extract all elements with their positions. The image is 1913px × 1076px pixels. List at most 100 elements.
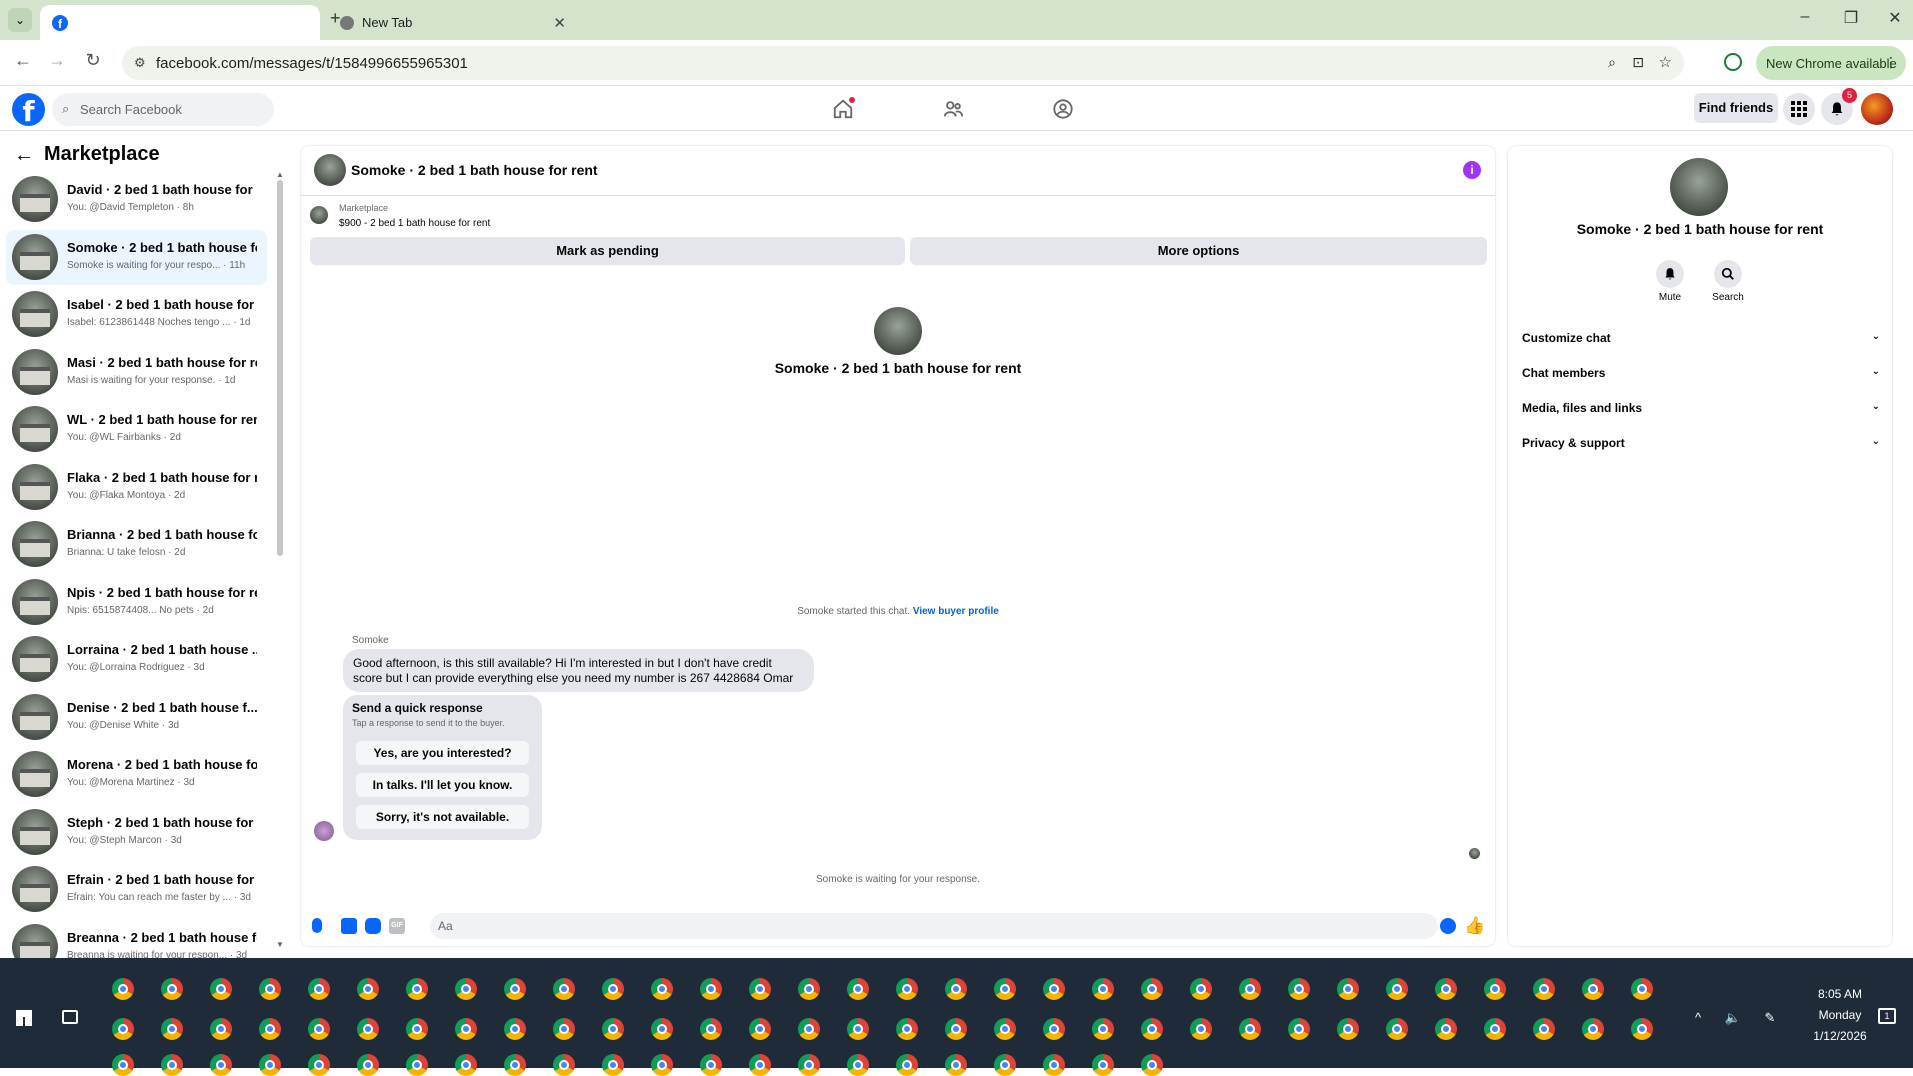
- chrome-taskbar-icon[interactable]: [1043, 1054, 1065, 1076]
- chrome-taskbar-icon[interactable]: [651, 1054, 673, 1076]
- chrome-taskbar-icon[interactable]: [602, 1054, 624, 1076]
- scroll-up-icon[interactable]: ▲: [276, 170, 284, 179]
- mute-bell-icon[interactable]: [1656, 260, 1684, 288]
- chrome-taskbar-icon[interactable]: [1435, 978, 1457, 1000]
- chrome-taskbar-icon[interactable]: [112, 1054, 134, 1076]
- conversation-item[interactable]: Flaka · 2 bed 1 bath house for re... You:…: [6, 460, 267, 515]
- install-icon[interactable]: ⊡: [1632, 54, 1644, 71]
- chrome-taskbar-icon[interactable]: [504, 1018, 526, 1040]
- chrome-taskbar-icon[interactable]: [406, 978, 428, 1000]
- sticker-icon[interactable]: [365, 918, 381, 934]
- chrome-taskbar-icon[interactable]: [1239, 978, 1261, 1000]
- customize-chat-section[interactable]: Customize chat ⌄: [1522, 331, 1880, 351]
- chrome-taskbar-icon[interactable]: [112, 978, 134, 1000]
- chrome-taskbar-icon[interactable]: [994, 1018, 1016, 1040]
- scroll-down-icon[interactable]: ▼: [276, 940, 284, 949]
- conversation-item[interactable]: Lorraina · 2 bed 1 bath house ... You: @L…: [6, 632, 267, 687]
- chat-members-section[interactable]: Chat members ⌄: [1522, 366, 1880, 386]
- tab-facebook[interactable]: f: [40, 5, 320, 40]
- chrome-taskbar-icon[interactable]: [357, 978, 379, 1000]
- chrome-taskbar-icon[interactable]: [308, 978, 330, 1000]
- tab-search-chevron-icon[interactable]: ⌄: [8, 8, 32, 32]
- mark-as-pending-button[interactable]: Mark as pending: [310, 237, 905, 265]
- chrome-taskbar-icon[interactable]: [210, 1054, 232, 1076]
- chrome-taskbar-icon[interactable]: [259, 1054, 281, 1076]
- conversation-item[interactable]: Denise · 2 bed 1 bath house f... You: @De…: [6, 690, 267, 745]
- profile-icon[interactable]: [1724, 53, 1742, 71]
- chrome-taskbar-icon[interactable]: [1533, 978, 1555, 1000]
- chrome-taskbar-icon[interactable]: [455, 978, 477, 1000]
- chrome-taskbar-icon[interactable]: [1092, 978, 1114, 1000]
- chat-title[interactable]: Somoke · 2 bed 1 bath house for rent: [351, 162, 598, 178]
- chat-avatar[interactable]: [314, 154, 346, 186]
- forward-icon[interactable]: →: [44, 50, 70, 71]
- chrome-taskbar-icon[interactable]: [700, 978, 722, 1000]
- chrome-taskbar-icon[interactable]: [700, 1054, 722, 1076]
- menu-grid-icon[interactable]: [1783, 93, 1815, 125]
- microphone-icon[interactable]: [312, 918, 322, 933]
- chrome-taskbar-icon[interactable]: [1582, 978, 1604, 1000]
- back-icon[interactable]: ←: [10, 50, 36, 71]
- chrome-taskbar-icon[interactable]: [1631, 1018, 1653, 1040]
- chrome-taskbar-icon[interactable]: [945, 978, 967, 1000]
- minimize-icon[interactable]: –: [1790, 8, 1820, 26]
- chrome-taskbar-icon[interactable]: [161, 1054, 183, 1076]
- chrome-taskbar-icon[interactable]: [896, 1054, 918, 1076]
- chrome-taskbar-icon[interactable]: [210, 978, 232, 1000]
- chrome-taskbar-icon[interactable]: [553, 1018, 575, 1040]
- restore-icon[interactable]: ❐: [1836, 8, 1866, 28]
- message-bubble[interactable]: Good afternoon, is this still available?…: [343, 649, 814, 692]
- system-clock[interactable]: 8:05 AM Monday 1/12/2026: [1795, 984, 1885, 1047]
- close-window-icon[interactable]: ✕: [1880, 8, 1910, 28]
- chrome-taskbar-icon[interactable]: [651, 1018, 673, 1040]
- more-options-button[interactable]: More options: [910, 237, 1487, 265]
- conversation-item[interactable]: Npis · 2 bed 1 bath house for rent Npis: …: [6, 575, 267, 630]
- conversation-list-scrollbar[interactable]: [277, 180, 283, 556]
- chrome-taskbar-icon[interactable]: [847, 1018, 869, 1040]
- notifications-bell-icon[interactable]: 5: [1821, 88, 1857, 125]
- chrome-taskbar-icon[interactable]: [945, 1018, 967, 1040]
- chrome-taskbar-icon[interactable]: [1141, 1018, 1163, 1040]
- find-friends-button[interactable]: Find friends: [1694, 93, 1778, 123]
- chrome-taskbar-icon[interactable]: [1092, 1018, 1114, 1040]
- chrome-taskbar-icon[interactable]: [455, 1054, 477, 1076]
- groups-icon[interactable]: [1049, 95, 1077, 123]
- listing-info[interactable]: Marketplace $900 - 2 bed 1 bath house fo…: [339, 203, 490, 229]
- chrome-taskbar-icon[interactable]: [308, 1054, 330, 1076]
- tab-new-tab[interactable]: New Tab ✕: [328, 5, 578, 40]
- chrome-taskbar-icon[interactable]: [357, 1054, 379, 1076]
- conversation-item[interactable]: Isabel · 2 bed 1 bath house for r... Isab…: [6, 287, 267, 342]
- chrome-taskbar-icon[interactable]: [504, 1054, 526, 1076]
- chrome-taskbar-icon[interactable]: [1435, 1018, 1457, 1040]
- chrome-taskbar-icon[interactable]: [1190, 978, 1212, 1000]
- chrome-taskbar-icon[interactable]: [798, 1054, 820, 1076]
- chrome-taskbar-icon[interactable]: [504, 978, 526, 1000]
- zoom-icon[interactable]: ⌕: [1608, 54, 1616, 71]
- quick-reply-button[interactable]: Yes, are you interested?: [356, 741, 529, 765]
- conversation-item[interactable]: Somoke · 2 bed 1 bath house fo... Somoke …: [6, 229, 267, 285]
- site-info-icon[interactable]: ⚙: [134, 55, 146, 71]
- chrome-taskbar-icon[interactable]: [161, 978, 183, 1000]
- chrome-taskbar-icon[interactable]: [1484, 1018, 1506, 1040]
- chrome-taskbar-icon[interactable]: [896, 1018, 918, 1040]
- chrome-taskbar-icon[interactable]: [1288, 1018, 1310, 1040]
- new-chrome-available-button[interactable]: New Chrome available ⋮: [1756, 46, 1906, 80]
- chrome-taskbar-icon[interactable]: [602, 1018, 624, 1040]
- reload-icon[interactable]: ↻: [80, 50, 106, 71]
- conversation-item[interactable]: David · 2 bed 1 bath house for r... You: …: [6, 172, 267, 227]
- friends-icon[interactable]: [939, 95, 967, 123]
- chrome-taskbar-icon[interactable]: [161, 1018, 183, 1040]
- gif-icon[interactable]: GIF: [389, 918, 405, 934]
- chrome-taskbar-icon[interactable]: [210, 1018, 232, 1040]
- info-icon[interactable]: i: [1463, 161, 1481, 179]
- chrome-taskbar-icon[interactable]: [749, 978, 771, 1000]
- search-input[interactable]: ⌕ Search Facebook: [52, 93, 274, 126]
- conversation-item[interactable]: Efrain · 2 bed 1 bath house for r... Efra…: [6, 862, 267, 917]
- windows-start-icon[interactable]: [16, 1010, 32, 1026]
- like-thumb-icon[interactable]: 👍: [1464, 916, 1485, 936]
- chrome-taskbar-icon[interactable]: [553, 978, 575, 1000]
- chrome-taskbar-icon[interactable]: [308, 1018, 330, 1040]
- chrome-taskbar-icon[interactable]: [945, 1054, 967, 1076]
- chrome-taskbar-icon[interactable]: [1337, 978, 1359, 1000]
- chrome-taskbar-icon[interactable]: [749, 1018, 771, 1040]
